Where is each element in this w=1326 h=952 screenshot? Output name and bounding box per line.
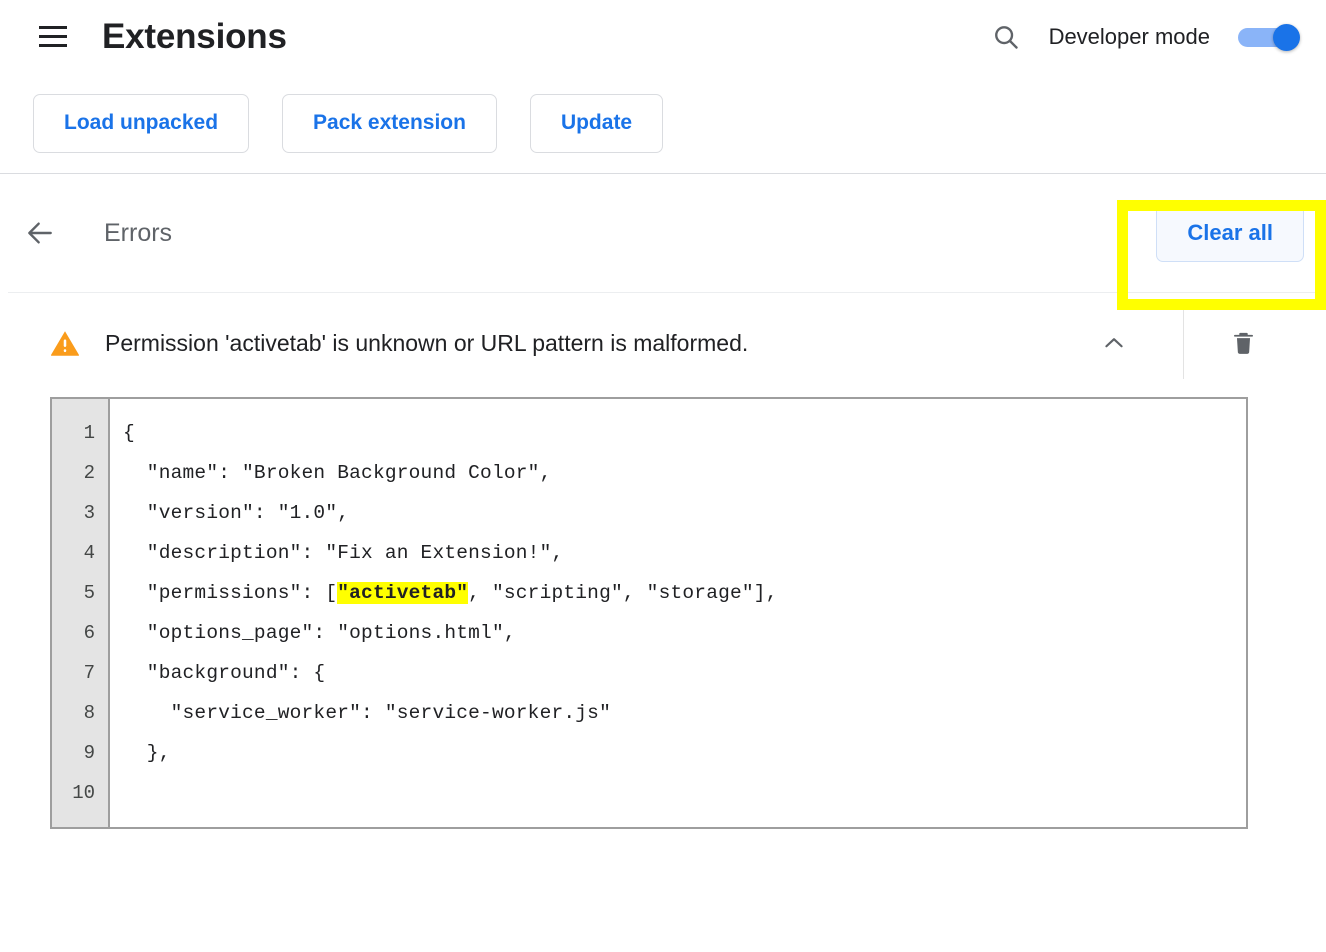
code-segment-pre: "permissions": [ (123, 582, 338, 604)
developer-mode-toggle[interactable] (1238, 23, 1300, 51)
clear-all-button[interactable]: Clear all (1156, 204, 1304, 262)
code-line-permissions: "permissions": ["activetab", "scripting"… (123, 573, 1246, 613)
errors-title: Errors (104, 218, 173, 247)
hamburger-menu-icon[interactable] (30, 14, 76, 60)
code-line: "name": "Broken Background Color", (123, 462, 552, 484)
error-summary-row[interactable]: Permission 'activetab' is unknown or URL… (0, 293, 1326, 393)
line-number: 2 (83, 462, 95, 484)
app-header: Extensions Developer mode (0, 0, 1326, 73)
code-content: { "name": "Broken Background Color", "ve… (110, 399, 1246, 827)
line-number: 9 (83, 742, 95, 764)
code-segment-post: , "scripting", "storage"], (468, 582, 778, 604)
clear-all-container: Clear all (1156, 204, 1304, 262)
line-number: 5 (83, 582, 95, 604)
code-line: }, (123, 742, 171, 764)
toggle-knob (1273, 23, 1300, 51)
controls-divider (1183, 307, 1184, 379)
header-actions: Developer mode (987, 18, 1326, 56)
menu-bar-1 (39, 26, 67, 29)
pack-extension-button[interactable]: Pack extension (282, 93, 497, 153)
line-number: 8 (83, 702, 95, 724)
code-line: "description": "Fix an Extension!", (123, 542, 564, 564)
error-entry: Permission 'activetab' is unknown or URL… (0, 293, 1326, 829)
line-number: 4 (83, 542, 95, 564)
code-line: { (123, 422, 135, 444)
page-title: Extensions (102, 16, 287, 56)
code-line: "options_page": "options.html", (123, 622, 516, 644)
error-controls (1083, 293, 1326, 393)
highlighted-permission: "activetab" (337, 582, 469, 604)
manifest-code-block[interactable]: 1 2 3 4 5 6 7 8 9 10 { "name": "Broken B… (50, 397, 1248, 829)
trash-icon[interactable] (1212, 312, 1274, 374)
search-icon[interactable] (987, 18, 1025, 56)
line-number: 1 (83, 422, 95, 444)
line-number: 10 (72, 782, 95, 804)
code-line: "version": "1.0", (123, 502, 350, 524)
code-line: "background": { (123, 662, 326, 684)
menu-bar-2 (39, 35, 67, 38)
line-number: 6 (83, 622, 95, 644)
warning-triangle-icon (48, 326, 82, 360)
error-message: Permission 'activetab' is unknown or URL… (105, 329, 749, 356)
code-gutter: 1 2 3 4 5 6 7 8 9 10 (52, 399, 110, 827)
back-arrow-icon[interactable] (18, 211, 62, 255)
developer-mode-label: Developer mode (1048, 23, 1210, 49)
update-button[interactable]: Update (529, 93, 664, 153)
load-unpacked-button[interactable]: Load unpacked (33, 93, 250, 153)
errors-header: Errors Clear all (0, 174, 1326, 292)
code-line: "service_worker": "service-worker.js" (123, 702, 611, 724)
extensions-toolbar: Load unpacked Pack extension Update (0, 73, 1326, 173)
line-number: 3 (83, 502, 95, 524)
chevron-up-icon[interactable] (1083, 312, 1145, 374)
menu-bar-3 (39, 44, 67, 47)
line-number: 7 (83, 662, 95, 684)
